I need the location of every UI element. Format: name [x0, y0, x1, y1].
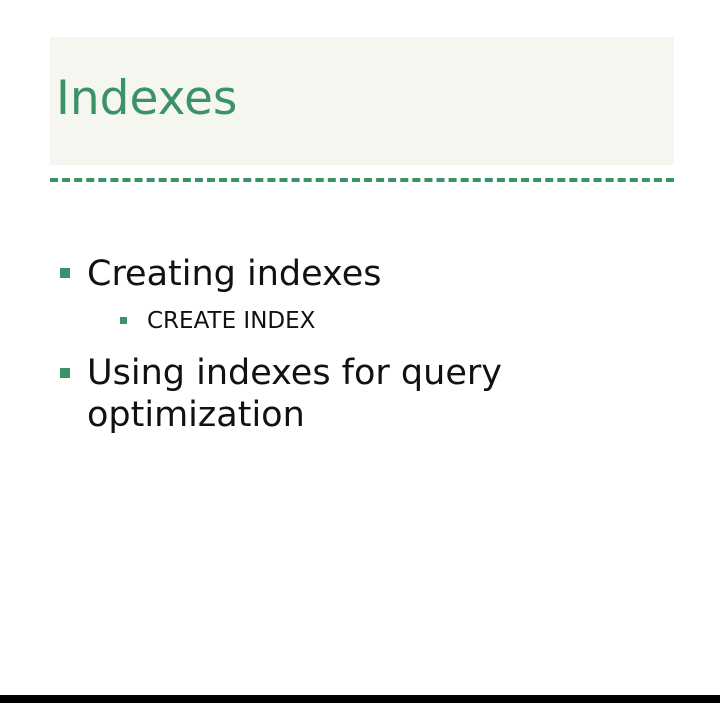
bullet-text-creating-indexes: Creating indexes: [87, 254, 382, 294]
bottom-black-bar: [0, 695, 720, 703]
slide: Indexes Creating indexes CREATE INDEX Us…: [0, 0, 720, 695]
sub-bullet-marker: [120, 317, 127, 324]
sub-bullet-text-create-index: CREATE INDEX: [147, 308, 316, 334]
bullet-marker: [60, 268, 70, 278]
bullet-marker: [60, 368, 70, 378]
bullet-text-query-optimization-line2: optimization: [87, 395, 305, 435]
bullet-text-query-optimization-line1: Using indexes for query: [87, 353, 502, 393]
bullet-list: Creating indexes CREATE INDEX Using inde…: [0, 0, 720, 695]
